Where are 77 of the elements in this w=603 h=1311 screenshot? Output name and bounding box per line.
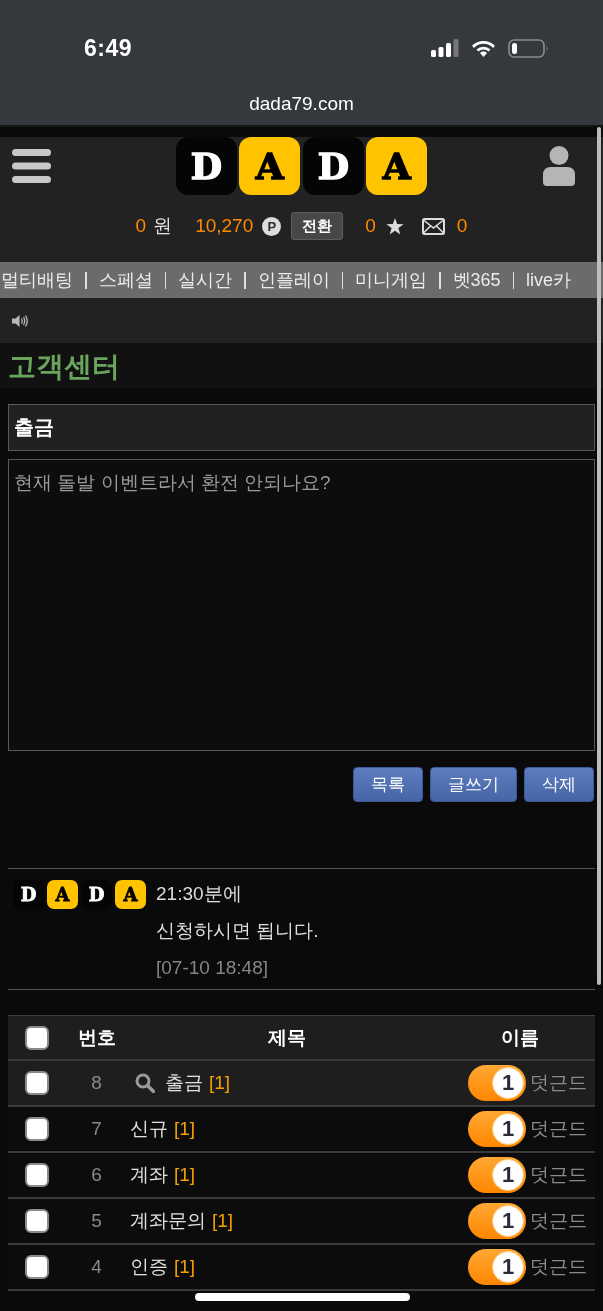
comment-count: [1] <box>212 1210 234 1232</box>
points-badge: P <box>262 216 282 236</box>
logo-tile[interactable]: D <box>302 137 364 195</box>
favorites-count: 0 <box>365 215 376 237</box>
currency-unit: 원 <box>153 214 173 238</box>
nav-link[interactable]: 벳365 <box>452 268 501 292</box>
post-number: 5 <box>91 1210 102 1232</box>
nav-link[interactable]: 스페셜 <box>98 268 153 292</box>
post-body: 현재 돌발 이벤트라서 환전 안되나요? <box>8 459 595 751</box>
checkbox[interactable] <box>24 1255 49 1279</box>
mail-icon[interactable] <box>421 217 445 235</box>
balance-amount: 0 <box>135 215 147 237</box>
nav-link[interactable]: 인플레이 <box>257 268 330 292</box>
table-row[interactable]: 8 출금 [1] 1 덧근드 <box>8 1061 595 1107</box>
level-badge: 1 <box>468 1157 526 1193</box>
nav-link[interactable]: live카 <box>526 268 572 292</box>
logo-tile[interactable]: A <box>366 137 428 195</box>
comment-count: [1] <box>174 1256 196 1278</box>
logo-tile[interactable]: A <box>239 137 301 195</box>
menu-icon[interactable] <box>12 149 51 183</box>
user-icon[interactable] <box>543 146 575 186</box>
points-amount: 10,270 <box>195 215 254 237</box>
signal-icon <box>431 39 459 57</box>
scrollbar[interactable] <box>597 127 601 985</box>
author-name: 덧근드 <box>530 1163 587 1187</box>
post-subject: 출금 <box>8 404 595 451</box>
checkbox[interactable] <box>24 1117 49 1141</box>
star-icon <box>385 217 404 235</box>
post-title-link[interactable]: 신규 <box>130 1116 168 1142</box>
checkbox[interactable] <box>24 1163 49 1187</box>
messages-count: 0 <box>456 215 468 237</box>
post-number: 6 <box>91 1164 102 1186</box>
column-header: 번호 <box>77 1025 116 1050</box>
comment-count: [1] <box>209 1072 231 1094</box>
post-title-link[interactable]: 출금 <box>165 1070 203 1096</box>
post-title-link[interactable]: 인증 <box>130 1254 168 1280</box>
comment-text: 21:30분에 <box>156 882 243 906</box>
level-badge: 1 <box>468 1111 526 1147</box>
level-badge: 1 <box>468 1249 526 1285</box>
clock-time: 6:49 <box>84 34 133 62</box>
post-number: 7 <box>91 1118 102 1140</box>
comment-date: [07-10 18:48] <box>156 956 269 980</box>
author-name: 덧근드 <box>530 1117 587 1141</box>
checkbox[interactable] <box>24 1071 49 1095</box>
wifi-icon <box>471 39 496 57</box>
logo-tile: A <box>47 880 78 909</box>
post-title-link[interactable]: 계좌 <box>130 1162 168 1188</box>
search-icon <box>135 1073 155 1093</box>
nav-link[interactable]: 실시간 <box>178 268 232 292</box>
action-button[interactable]: 글쓰기 <box>430 767 517 802</box>
action-button[interactable]: 삭제 <box>524 767 594 802</box>
comment-count: [1] <box>174 1118 196 1140</box>
author-name: 덧근드 <box>530 1071 587 1095</box>
comment-count: [1] <box>174 1164 196 1186</box>
logo-tile: A <box>115 880 146 909</box>
author-name: 덧근드 <box>530 1209 587 1233</box>
post-title-link[interactable]: 계좌문의 <box>130 1208 206 1234</box>
checkbox[interactable] <box>24 1025 49 1050</box>
address-bar-url[interactable]: dada79.com <box>249 93 354 115</box>
logo-tile: D <box>81 880 112 909</box>
column-header: 이름 <box>501 1025 539 1050</box>
action-button[interactable]: 목록 <box>353 767 423 802</box>
page-title: 고객센터 <box>8 349 120 384</box>
logo-tile[interactable]: D <box>175 137 237 195</box>
logo-tile: D <box>13 880 44 909</box>
author-name: 덧근드 <box>530 1255 587 1279</box>
post-number: 4 <box>91 1256 102 1278</box>
checkbox[interactable] <box>24 1209 49 1233</box>
level-badge: 1 <box>468 1065 526 1101</box>
level-badge: 1 <box>468 1203 526 1239</box>
speaker-icon <box>12 313 29 328</box>
nav-link[interactable]: 멀티배팅 <box>1 268 73 292</box>
convert-button[interactable]: 전환 <box>291 212 344 240</box>
column-header: 제목 <box>267 1025 306 1050</box>
nav-link[interactable]: 미니게임 <box>355 268 427 292</box>
comment-text: 신청하시면 됩니다. <box>156 919 319 943</box>
post-number: 8 <box>91 1072 102 1094</box>
